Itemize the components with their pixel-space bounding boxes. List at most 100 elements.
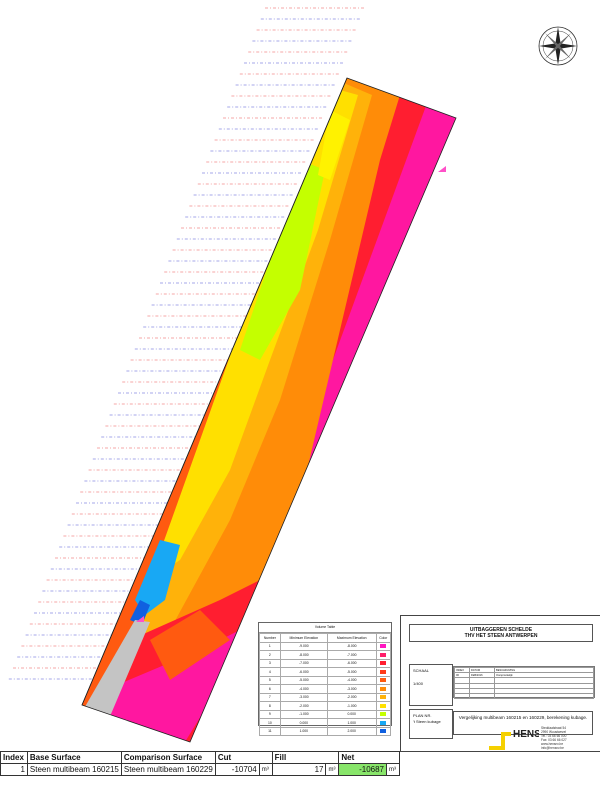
vt-max-elevation: -4.000 <box>326 675 377 685</box>
scale-box: SCHAAL 1/400 <box>409 664 453 706</box>
color-swatch <box>380 644 387 649</box>
vt-number: 9 <box>259 709 281 719</box>
results-net-unit: m³ <box>386 763 400 776</box>
vt-max-elevation: 2.000 <box>326 726 377 736</box>
results-header-fill: Fill <box>271 751 340 764</box>
volume-table-row: 11 1.000 2.000 <box>259 726 391 736</box>
vt-number: 3 <box>259 658 281 668</box>
results-cut-unit: m³ <box>258 763 273 776</box>
results-fill-value: 17 <box>271 763 327 776</box>
company-logo: HENS Steddaalstraat 54 2990 Wuustwezel T… <box>487 726 597 752</box>
color-swatch <box>380 720 387 725</box>
results-header-index: Index <box>0 751 28 764</box>
vt-color <box>375 684 391 694</box>
color-swatch <box>380 678 387 683</box>
volume-table-row: 9 -1.000 0.000 <box>259 709 391 719</box>
results-base-surface: Steen multibeam 160215 <box>26 763 122 776</box>
color-swatch <box>380 729 387 734</box>
vt-header-max: Maximum Elevation <box>326 633 377 643</box>
color-swatch <box>380 661 387 666</box>
results-header-net: Net <box>338 751 400 764</box>
vt-header-color: Color <box>375 633 391 643</box>
volume-table-row: 5 -5.000 -4.000 <box>259 675 391 685</box>
vt-header-min: Minimum Elevation <box>279 633 328 643</box>
vt-min-elevation: -3.000 <box>279 692 328 702</box>
vt-color <box>375 692 391 702</box>
results-header-cut: Cut <box>214 751 273 764</box>
volume-table: Volume Table Number Minimum Elevation Ma… <box>258 622 392 736</box>
vt-number: 6 <box>259 684 281 694</box>
plan-value: 't Steen kubage <box>413 719 441 724</box>
vt-number: 10 <box>259 718 281 728</box>
color-swatch <box>380 695 387 700</box>
results-net-value: -10687 <box>338 763 388 776</box>
results-header-base: Base Surface <box>26 751 122 764</box>
results-comparison-surface: Steen multibeam 160229 <box>120 763 216 776</box>
vt-max-elevation: -6.000 <box>326 658 377 668</box>
vt-max-elevation: 0.000 <box>326 709 377 719</box>
revision-table: INDEX DATUM BESCHRIJVING 00 FEB/2016 Oor… <box>453 666 595 700</box>
vt-min-elevation: 0.000 <box>279 718 328 728</box>
volume-table-row: 8 -2.000 -1.000 <box>259 701 391 711</box>
vt-number: 4 <box>259 667 281 677</box>
results-index: 1 <box>0 763 28 776</box>
vt-max-elevation: -5.000 <box>326 667 377 677</box>
volume-table-row: 1 -9.000 -8.000 <box>259 641 391 651</box>
vt-min-elevation: -9.000 <box>279 641 328 651</box>
vt-min-elevation: -8.000 <box>279 650 328 660</box>
vt-number: 2 <box>259 650 281 660</box>
company-address: Steddaalstraat 54 2990 Wuustwezel Tel.: … <box>541 726 567 750</box>
vt-number: 8 <box>259 701 281 711</box>
results-header-comparison: Comparison Surface <box>120 751 216 764</box>
volume-table-row: 2 -8.000 -7.000 <box>259 650 391 660</box>
vt-color <box>375 726 391 736</box>
address-line: info@hensnv.be <box>541 746 564 750</box>
color-swatch <box>380 669 387 674</box>
north-arrow-icon <box>538 26 578 66</box>
vt-number: 7 <box>259 692 281 702</box>
vt-min-elevation: 1.000 <box>279 726 328 736</box>
vt-max-elevation: -3.000 <box>326 684 377 694</box>
vt-min-elevation: -1.000 <box>279 709 328 719</box>
project-title: UITBAGGEREN SCHELDE THV HET STEEN ANTWER… <box>409 624 593 642</box>
color-swatch <box>380 712 387 717</box>
vt-color <box>375 718 391 728</box>
vt-max-elevation: -1.000 <box>326 701 377 711</box>
plan-box: PLAN NR. 't Steen kubage <box>409 709 453 739</box>
vt-max-elevation: -7.000 <box>326 650 377 660</box>
hens-logo-icon: HENS <box>489 729 541 750</box>
volume-table-row: 4 -6.000 -5.000 <box>259 667 391 677</box>
vt-color <box>375 701 391 711</box>
color-swatch <box>380 703 387 708</box>
survey-marker <box>438 166 446 172</box>
project-title-line2: THV HET STEEN ANTWERPEN <box>464 633 538 639</box>
scale-value: 1/400 <box>413 681 424 686</box>
vt-max-elevation: -8.000 <box>326 641 377 651</box>
volume-table-row: 6 -4.000 -3.000 <box>259 684 391 694</box>
volume-table-title: Volume Table <box>259 623 391 633</box>
results-fill-unit: m³ <box>325 763 340 776</box>
volume-table-row: 10 0.000 1.000 <box>259 718 391 728</box>
vt-max-elevation: -2.000 <box>326 692 377 702</box>
vt-header-number: Number <box>259 633 281 643</box>
vt-min-elevation: -4.000 <box>279 684 328 694</box>
color-swatch <box>380 652 387 657</box>
company-name: HENS <box>513 729 539 740</box>
vt-color <box>375 675 391 685</box>
vt-min-elevation: -6.000 <box>279 667 328 677</box>
scale-label: SCHAAL <box>413 668 430 673</box>
volume-table-body: 1 -9.000 -8.000 2 -8.000 -7.000 3 -7.000 -6.000 4… <box>259 641 391 736</box>
color-swatch <box>380 686 387 691</box>
vt-min-elevation: -5.000 <box>279 675 328 685</box>
vt-color <box>375 641 391 651</box>
volume-table-row: 3 -7.000 -6.000 <box>259 658 391 668</box>
vt-color <box>375 658 391 668</box>
vt-min-elevation: -2.000 <box>279 701 328 711</box>
vt-color <box>375 709 391 719</box>
volume-table-row: 7 -3.000 -2.000 <box>259 692 391 702</box>
results-cut-value: -10704 <box>214 763 260 776</box>
vt-number: 11 <box>259 726 281 736</box>
vt-max-elevation: 1.000 <box>326 718 377 728</box>
vt-min-elevation: -7.000 <box>279 658 328 668</box>
vt-number: 1 <box>259 641 281 651</box>
